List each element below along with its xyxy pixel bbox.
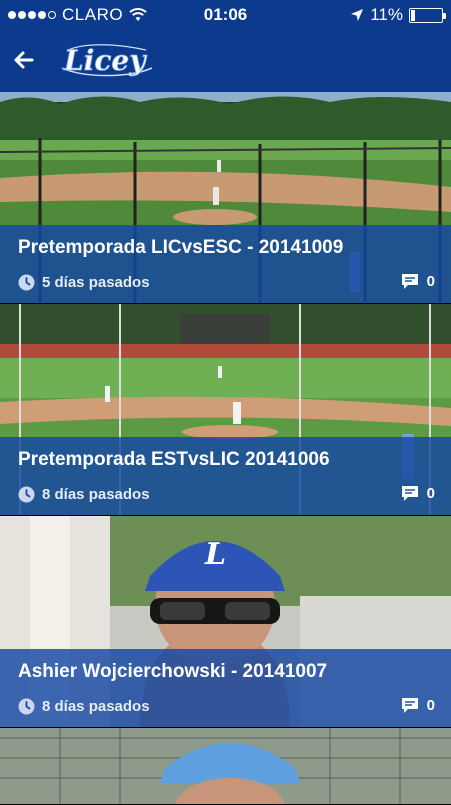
battery-level-fill xyxy=(411,9,415,21)
comment-count-text: 0 xyxy=(426,273,435,290)
comment-count-text: 0 xyxy=(426,485,435,502)
clock-icon xyxy=(18,698,35,715)
svg-text:L: L xyxy=(204,537,226,572)
licey-logo[interactable]: Licey xyxy=(54,38,158,84)
video-age-text: 5 días pasados xyxy=(42,274,150,291)
comment-bubble-icon xyxy=(401,274,418,289)
clock-icon xyxy=(18,274,35,291)
video-title: Ashier Wojcierchowski - 20141007 xyxy=(18,661,328,682)
video-card[interactable]: L Ashier Wojcierchowski - 20141007 8 día… xyxy=(0,516,451,728)
battery-icon xyxy=(409,7,446,23)
comment-bubble-icon xyxy=(401,698,418,713)
comment-bubble-icon xyxy=(401,486,418,501)
status-bar: CLARO 01:06 11% xyxy=(0,0,451,28)
video-info-overlay: Pretemporada ESTvsLIC 20141006 8 días pa… xyxy=(0,437,451,515)
comment-count[interactable]: 0 xyxy=(401,485,435,502)
status-right: 11% xyxy=(350,5,446,25)
video-title: Pretemporada ESTvsLIC 20141006 xyxy=(18,449,330,470)
logo-text: Licey xyxy=(63,44,147,77)
video-age: 8 días pasados xyxy=(18,486,150,503)
video-card[interactable]: Pretemporada LICvsESC - 20141009 5 días … xyxy=(0,92,451,304)
back-arrow-icon[interactable] xyxy=(10,46,38,74)
clock-icon xyxy=(18,486,35,503)
comment-count[interactable]: 0 xyxy=(401,697,435,714)
video-card[interactable]: Pretemporada ESTvsLIC 20141006 8 días pa… xyxy=(0,304,451,516)
nav-bar: Licey xyxy=(0,28,451,92)
comment-count[interactable]: 0 xyxy=(401,273,435,290)
video-age-text: 8 días pasados xyxy=(42,698,150,715)
video-age: 5 días pasados xyxy=(18,274,150,291)
location-arrow-icon xyxy=(351,9,364,21)
comment-count-text: 0 xyxy=(426,697,435,714)
video-thumbnail xyxy=(0,728,451,804)
video-age: 8 días pasados xyxy=(18,698,150,715)
video-title: Pretemporada LICvsESC - 20141009 xyxy=(18,237,344,258)
video-info-overlay: Ashier Wojcierchowski - 20141007 8 días … xyxy=(0,649,451,727)
video-card-partial[interactable] xyxy=(0,728,451,805)
video-info-overlay: Pretemporada LICvsESC - 20141009 5 días … xyxy=(0,225,451,303)
video-age-text: 8 días pasados xyxy=(42,486,150,503)
video-feed: Pretemporada LICvsESC - 20141009 5 días … xyxy=(0,92,451,805)
battery-percent: 11% xyxy=(370,5,403,24)
